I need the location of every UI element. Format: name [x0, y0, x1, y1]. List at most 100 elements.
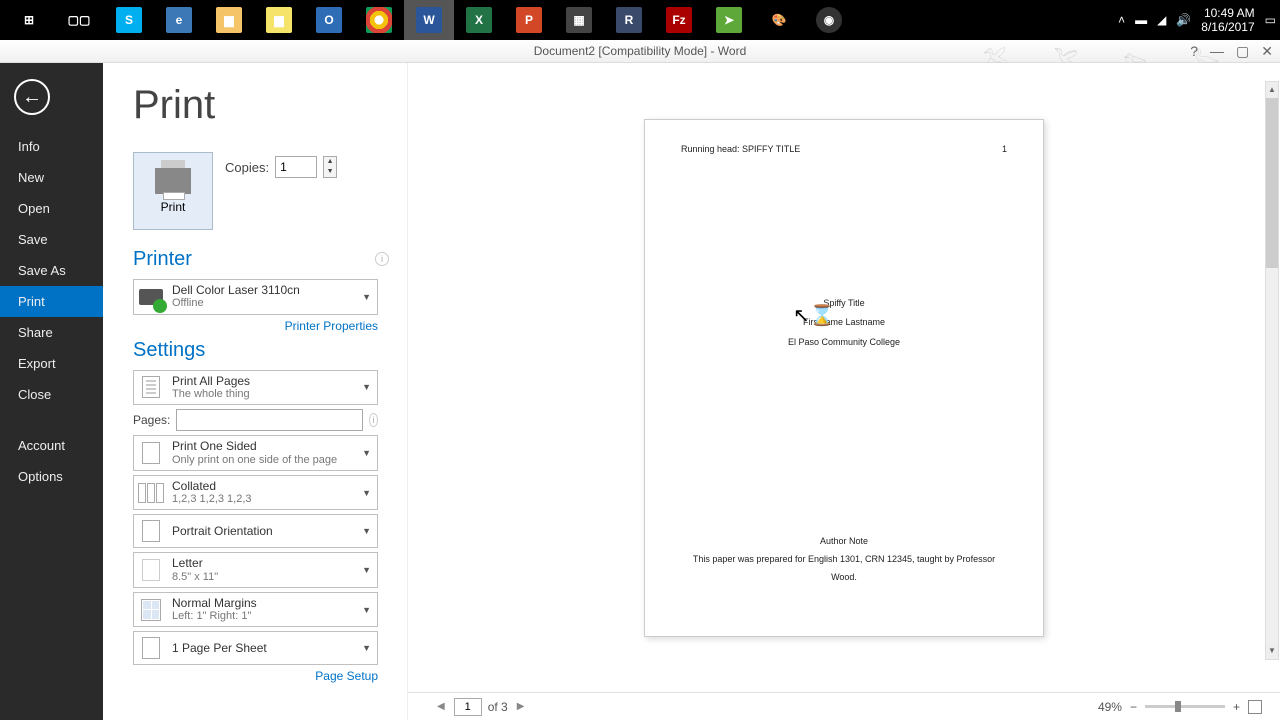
taskbar-app-powerpoint[interactable]: P	[504, 0, 554, 40]
zoom-value: 49%	[1098, 700, 1122, 714]
preview-author: Firstname Lastname	[681, 313, 1007, 333]
printer-heading: Printer	[133, 248, 389, 271]
close-button[interactable]: ✕	[1258, 43, 1276, 60]
printer-properties-link[interactable]: Printer Properties	[133, 319, 378, 333]
taskbar-app-edge[interactable]: e	[154, 0, 204, 40]
taskbar-app-obs[interactable]: ◉	[804, 0, 854, 40]
sidebar-item-print[interactable]: Print	[0, 286, 103, 317]
orientation-label: Portrait Orientation	[172, 524, 360, 538]
wifi-icon[interactable]: ◢	[1157, 13, 1166, 27]
sidebar-item-account[interactable]: Account	[0, 430, 103, 461]
printer-icon	[155, 168, 191, 194]
page-setup-link[interactable]: Page Setup	[133, 669, 378, 683]
taskbar-app-filezilla[interactable]: Fz	[654, 0, 704, 40]
settings-heading: Settings	[133, 339, 389, 362]
scrollbar-thumb[interactable]	[1266, 98, 1278, 268]
taskbar-app-paint[interactable]: 🎨	[754, 0, 804, 40]
taskbar-app-word[interactable]: W	[404, 0, 454, 40]
back-button[interactable]: ←	[14, 79, 50, 115]
scroll-down-icon[interactable]: ▼	[1266, 643, 1278, 659]
sidebar-item-info[interactable]: Info	[0, 131, 103, 162]
margins-icon	[141, 599, 161, 621]
print-options-pane: Print Print Copies: ▲▼ i Printer	[103, 63, 408, 720]
taskbar-app-chrome[interactable]	[354, 0, 404, 40]
battery-icon[interactable]: ▬	[1135, 13, 1147, 27]
paper-sublabel: 8.5" x 11"	[172, 571, 360, 584]
sidebar-item-saveas[interactable]: Save As	[0, 255, 103, 286]
preview-page: Running head: SPIFFY TITLE 1 Spiffy Titl…	[644, 119, 1044, 637]
printer-status: Offline	[172, 297, 360, 310]
collate-selector[interactable]: Collated 1,2,3 1,2,3 1,2,3 ▼	[133, 475, 378, 511]
collate-label: Collated	[172, 479, 360, 493]
taskbar-app-outlook[interactable]: O	[304, 0, 354, 40]
chevron-down-icon: ▼	[360, 292, 373, 302]
pages-input[interactable]	[176, 409, 363, 431]
pages-info-icon[interactable]: i	[369, 413, 378, 427]
copies-label: Copies:	[225, 160, 269, 175]
clock[interactable]: 10:49 AM 8/16/2017	[1201, 6, 1254, 35]
zoom-out-button[interactable]: −	[1130, 700, 1137, 714]
orientation-selector[interactable]: Portrait Orientation ▼	[133, 514, 378, 548]
sidebar-item-save[interactable]: Save	[0, 224, 103, 255]
sided-selector[interactable]: Print One Sided Only print on one side o…	[133, 435, 378, 471]
zoom-in-button[interactable]: +	[1233, 700, 1240, 714]
notifications-icon[interactable]: ▭	[1265, 13, 1276, 27]
paper-label: Letter	[172, 556, 360, 570]
taskbar-app-calculator[interactable]: ▦	[554, 0, 604, 40]
sidebar-item-export[interactable]: Export	[0, 348, 103, 379]
copies-input[interactable]	[275, 156, 317, 178]
taskbar: ⊞ ▢▢ S e ▆ ▆ O W X P ▦ R Fz ➤ 🎨 ◉ ˄ ▬ ◢ …	[0, 0, 1280, 40]
maximize-button[interactable]: ▢	[1233, 43, 1252, 60]
author-note-text: This paper was prepared for English 1301…	[681, 550, 1007, 586]
taskbar-apps: ⊞ ▢▢ S e ▆ ▆ O W X P ▦ R Fz ➤ 🎨 ◉	[4, 0, 854, 40]
scroll-up-icon[interactable]: ▲	[1266, 82, 1278, 98]
clock-date: 8/16/2017	[1201, 20, 1254, 34]
backstage-sidebar: ← Info New Open Save Save As Print Share…	[0, 63, 103, 720]
clock-time: 10:49 AM	[1201, 6, 1254, 20]
zoom-to-page-button[interactable]	[1248, 700, 1262, 714]
printer-selector[interactable]: Dell Color Laser 3110cn Offline ▼	[133, 279, 378, 315]
margins-selector[interactable]: Normal Margins Left: 1" Right: 1" ▼	[133, 592, 378, 628]
sided-sublabel: Only print on one side of the page	[172, 454, 360, 467]
page-icon	[142, 520, 160, 542]
taskbar-app-notes[interactable]: ▆	[254, 0, 304, 40]
collate-sublabel: 1,2,3 1,2,3 1,2,3	[172, 493, 360, 506]
sided-label: Print One Sided	[172, 439, 360, 453]
next-page-button[interactable]: ▶	[514, 701, 528, 712]
start-button[interactable]: ⊞	[4, 0, 54, 40]
taskbar-app-misc2[interactable]: ➤	[704, 0, 754, 40]
taskbar-app-skype[interactable]: S	[104, 0, 154, 40]
taskbar-app-excel[interactable]: X	[454, 0, 504, 40]
current-page-input[interactable]	[454, 698, 482, 716]
sidebar-item-options[interactable]: Options	[0, 461, 103, 492]
sidebar-item-close[interactable]: Close	[0, 379, 103, 410]
preview-page-number: 1	[1002, 144, 1007, 154]
volume-icon[interactable]: 🔊	[1176, 13, 1191, 27]
preview-scrollbar[interactable]: ▲ ▼	[1265, 81, 1279, 660]
pages-label: Pages:	[133, 413, 170, 427]
printer-info-icon[interactable]: i	[375, 252, 389, 266]
page-icon	[142, 376, 160, 398]
tray-chevron-icon[interactable]: ˄	[1118, 13, 1125, 27]
print-range-selector[interactable]: Print All Pages The whole thing ▼	[133, 370, 378, 406]
pages-per-sheet-selector[interactable]: 1 Page Per Sheet ▼	[133, 631, 378, 665]
sidebar-item-open[interactable]: Open	[0, 193, 103, 224]
running-head: Running head: SPIFFY TITLE	[681, 144, 800, 154]
help-icon[interactable]: ?	[1187, 43, 1201, 59]
page-icon	[142, 559, 160, 581]
task-view-button[interactable]: ▢▢	[54, 0, 104, 40]
print-button-label: Print	[161, 200, 186, 214]
margins-label: Normal Margins	[172, 596, 360, 610]
page-title: Print	[133, 83, 389, 128]
preview-title: Spiffy Title	[681, 294, 1007, 314]
copies-spinner[interactable]: ▲▼	[323, 156, 337, 178]
print-button[interactable]: Print	[133, 152, 213, 230]
taskbar-app-explorer[interactable]: ▆	[204, 0, 254, 40]
sidebar-item-share[interactable]: Share	[0, 317, 103, 348]
taskbar-app-misc1[interactable]: R	[604, 0, 654, 40]
sidebar-item-new[interactable]: New	[0, 162, 103, 193]
paper-selector[interactable]: Letter 8.5" x 11" ▼	[133, 552, 378, 588]
zoom-slider[interactable]	[1145, 705, 1225, 708]
minimize-button[interactable]: ―	[1207, 43, 1227, 59]
prev-page-button[interactable]: ◀	[434, 701, 448, 712]
